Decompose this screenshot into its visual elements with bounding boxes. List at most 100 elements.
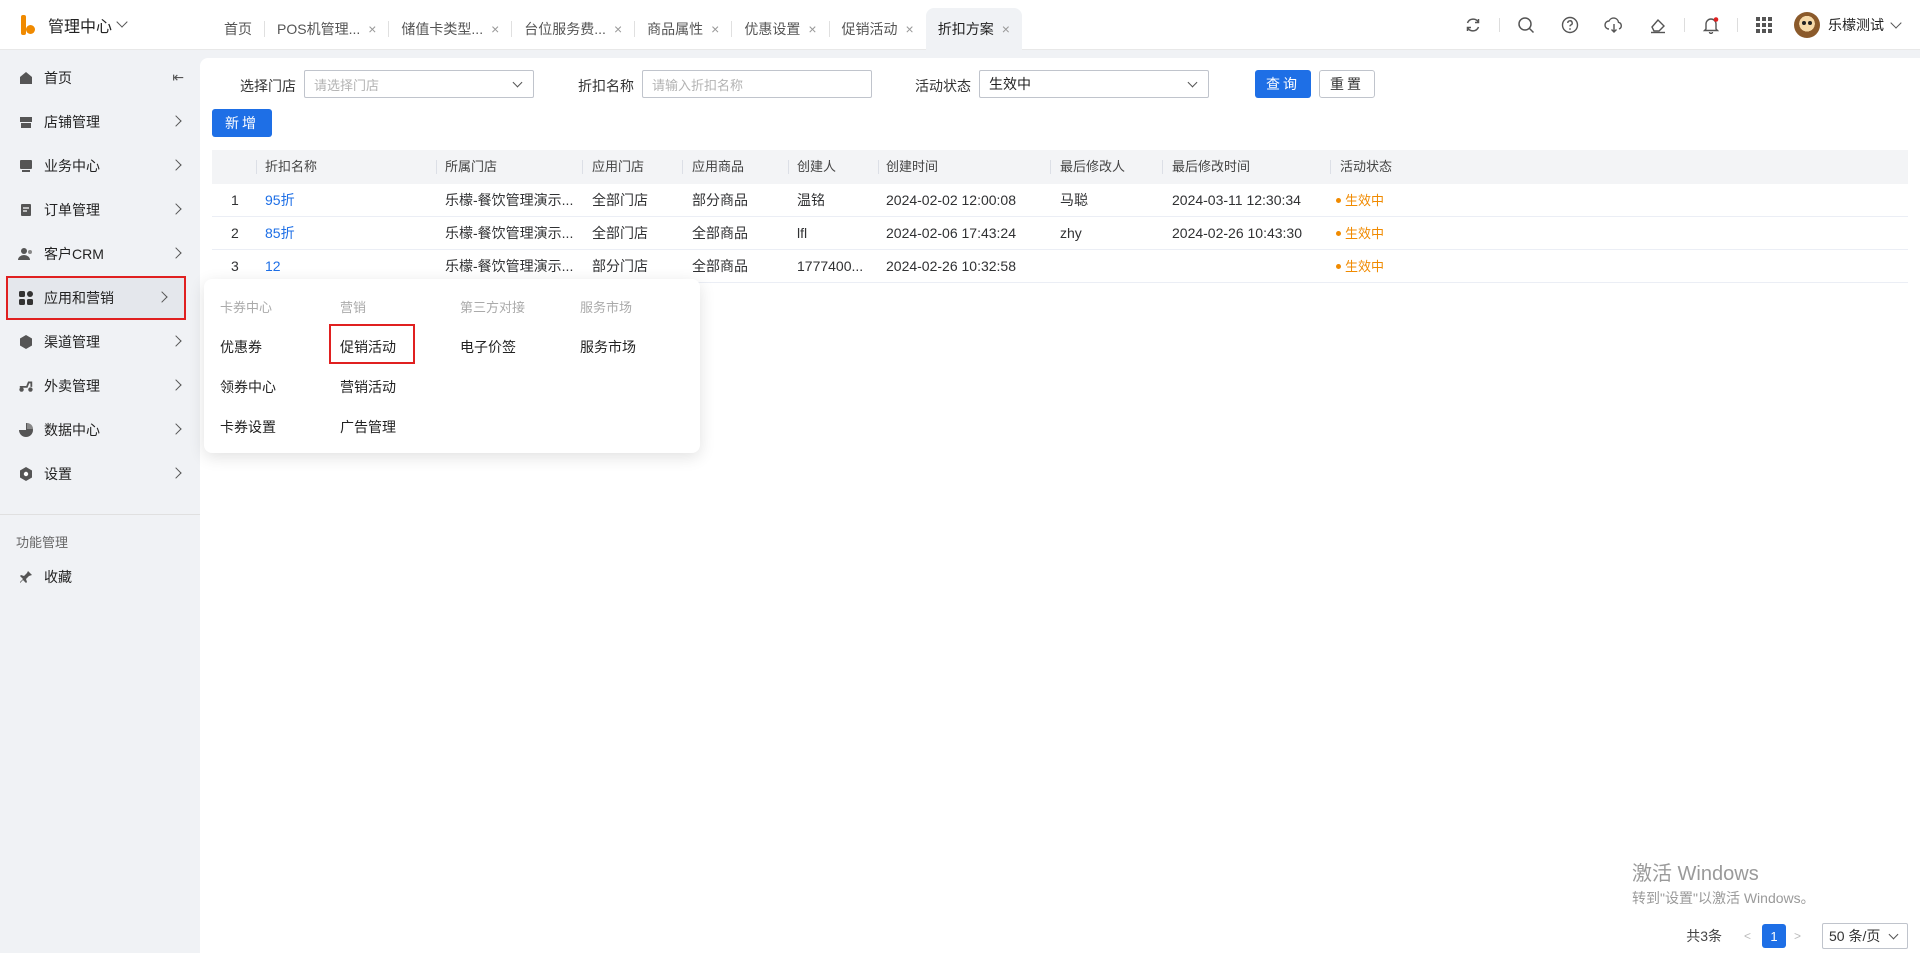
sidebar-item-delivery[interactable]: 外卖管理 (0, 364, 200, 408)
chevron-down-icon (512, 77, 523, 88)
close-icon[interactable]: × (808, 22, 816, 36)
store-filter-label: 选择门店 (240, 78, 296, 94)
search-icon[interactable] (1515, 14, 1537, 36)
menu-header-coupon-center: 卡券中心 (220, 300, 273, 315)
menu-item-e-price-tag[interactable]: 电子价签 (460, 337, 516, 357)
help-icon[interactable] (1559, 14, 1581, 36)
sidebar-item-data[interactable]: 数据中心 (0, 408, 200, 452)
tab-promotion[interactable]: 促销活动 × (830, 8, 926, 50)
top-bar: 管理中心 首页 POS机管理... × 储值卡类型... × 台位服务费... × 商… (0, 0, 1920, 50)
sidebar-item-favorites[interactable]: 收藏 (0, 555, 200, 599)
menu-item-coupon-collect[interactable]: 领券中心 (220, 377, 276, 397)
cloud-download-icon[interactable] (1603, 14, 1625, 36)
eraser-icon[interactable] (1647, 14, 1669, 36)
discount-name-link[interactable]: 85折 (265, 217, 295, 250)
menu-header-third-party: 第三方对接 (460, 300, 526, 315)
table-header: 折扣名称 所属门店 应用门店 应用商品 创建人 创建时间 最后修改人 最后修改时… (212, 150, 1908, 184)
close-icon[interactable]: × (711, 22, 719, 36)
close-icon[interactable]: × (368, 22, 376, 36)
chevron-down-icon (116, 16, 128, 28)
tab-discount-plan[interactable]: 折扣方案 × (925, 7, 1022, 50)
windows-activation-notice: 激活 Windows 转到"设置"以激活 Windows。 (1632, 863, 1815, 906)
tab-discount-settings[interactable]: 优惠设置 × (732, 8, 828, 50)
close-icon[interactable]: × (491, 22, 499, 36)
channel-icon (18, 334, 34, 350)
refresh-icon[interactable] (1462, 14, 1484, 36)
notification-bell-icon[interactable] (1700, 14, 1722, 36)
sidebar-item-business[interactable]: 业务中心 (0, 144, 200, 188)
add-button[interactable]: 新增 (212, 109, 272, 137)
filter-bar: 选择门店 请选择门店 折扣名称 请输入折扣名称 活动状态 生效中 查询 重置 (200, 58, 1920, 110)
chevron-right-icon (170, 115, 182, 127)
menu-item-coupon[interactable]: 优惠券 (220, 337, 262, 357)
chevron-down-icon (1187, 77, 1198, 88)
sidebar-item-crm[interactable]: 客户CRM (0, 232, 200, 276)
order-icon (18, 202, 34, 218)
menu-item-ad-management[interactable]: 广告管理 (340, 417, 396, 437)
business-icon (18, 158, 34, 174)
menu-header-service-market: 服务市场 (580, 300, 633, 315)
sidebar-item-settings[interactable]: 设置 (0, 452, 200, 496)
discount-table: 折扣名称 所属门店 应用门店 应用商品 创建人 创建时间 最后修改人 最后修改时… (212, 150, 1908, 283)
chevron-right-icon (170, 335, 182, 347)
store-icon (18, 114, 34, 130)
chevron-down-icon (1888, 929, 1899, 940)
brand-switcher[interactable]: 管理中心 (0, 0, 200, 50)
sidebar-item-store[interactable]: 店铺管理 (0, 100, 200, 144)
apps-icon (18, 290, 34, 306)
table-row[interactable]: 2 85折 乐檬-餐饮管理演示... 全部门店 全部商品 lfl 2024-02… (212, 217, 1908, 250)
menu-item-service-market[interactable]: 服务市场 (580, 337, 636, 357)
tab-stored-card[interactable]: 储值卡类型... × (389, 8, 511, 50)
pin-icon (18, 569, 34, 585)
discount-name-input[interactable]: 请输入折扣名称 (642, 70, 872, 98)
sidebar-item-apps-marketing[interactable]: 应用和营销 (6, 276, 186, 320)
user-name[interactable]: 乐檬测试 (1828, 15, 1884, 35)
menu-item-promotion[interactable]: 促销活动 (340, 337, 396, 357)
sidebar-section-title: 功能管理 (16, 534, 69, 550)
tab-home[interactable]: 首页 (212, 8, 264, 50)
discount-name-link[interactable]: 95折 (265, 184, 295, 217)
tab-table-fee[interactable]: 台位服务费... × (512, 8, 634, 50)
prev-page-icon[interactable]: < (1744, 929, 1754, 943)
status-badge: 生效中 (1336, 184, 1384, 217)
chevron-right-icon (170, 379, 182, 391)
status-select[interactable]: 生效中 (979, 70, 1209, 98)
app-grid-icon[interactable] (1753, 14, 1775, 36)
chevron-right-icon (170, 159, 182, 171)
apps-marketing-flyout: 卡券中心 优惠券 领券中心 卡券设置 营销 促销活动 营销活动 广告管理 第三方… (204, 279, 700, 453)
tab-goods-attr[interactable]: 商品属性 × (635, 8, 731, 50)
page-size-select[interactable]: 50 条/页 (1822, 923, 1908, 949)
sidebar-item-channel[interactable]: 渠道管理 (0, 320, 200, 364)
close-icon[interactable]: × (614, 22, 622, 36)
reset-button[interactable]: 重置 (1319, 70, 1375, 98)
sidebar: 首页 ⇤ 店铺管理 业务中心 订单管理 客户CRM 应用和营销 渠道管理 外卖管… (0, 50, 200, 953)
menu-item-coupon-settings[interactable]: 卡券设置 (220, 417, 276, 437)
menu-item-marketing-activity[interactable]: 营销活动 (340, 377, 396, 397)
chevron-down-icon[interactable] (1890, 16, 1902, 29)
tab-bar: 首页 POS机管理... × 储值卡类型... × 台位服务费... × 商品属性 × … (212, 0, 1022, 50)
settings-icon (18, 466, 34, 482)
close-icon[interactable]: × (1002, 22, 1010, 36)
sidebar-item-home[interactable]: 首页 ⇤ (0, 56, 200, 100)
total-count: 共3条 (1686, 928, 1722, 944)
table-row[interactable]: 1 95折 乐檬-餐饮管理演示... 全部门店 部分商品 温铭 2024-02-… (212, 184, 1908, 217)
customer-icon (18, 246, 34, 262)
pagination: 共3条 < 1 > 50 条/页 (1686, 916, 1920, 953)
collapse-sidebar-icon[interactable]: ⇤ (172, 69, 184, 86)
chevron-right-icon (170, 423, 182, 435)
chevron-right-icon (170, 203, 182, 215)
next-page-icon[interactable]: > (1794, 929, 1804, 943)
top-actions: 乐檬测试 (1451, 0, 1920, 50)
tab-pos[interactable]: POS机管理... × (265, 8, 388, 50)
sidebar-item-order[interactable]: 订单管理 (0, 188, 200, 232)
menu-header-marketing: 营销 (340, 300, 367, 315)
page-number[interactable]: 1 (1762, 924, 1786, 948)
name-filter-label: 折扣名称 (578, 78, 634, 94)
store-select[interactable]: 请选择门店 (304, 70, 534, 98)
query-button[interactable]: 查询 (1255, 70, 1311, 98)
close-icon[interactable]: × (906, 22, 914, 36)
status-badge: 生效中 (1336, 217, 1384, 250)
home-icon (18, 70, 34, 86)
status-badge: 生效中 (1336, 250, 1384, 283)
avatar[interactable] (1794, 12, 1820, 38)
